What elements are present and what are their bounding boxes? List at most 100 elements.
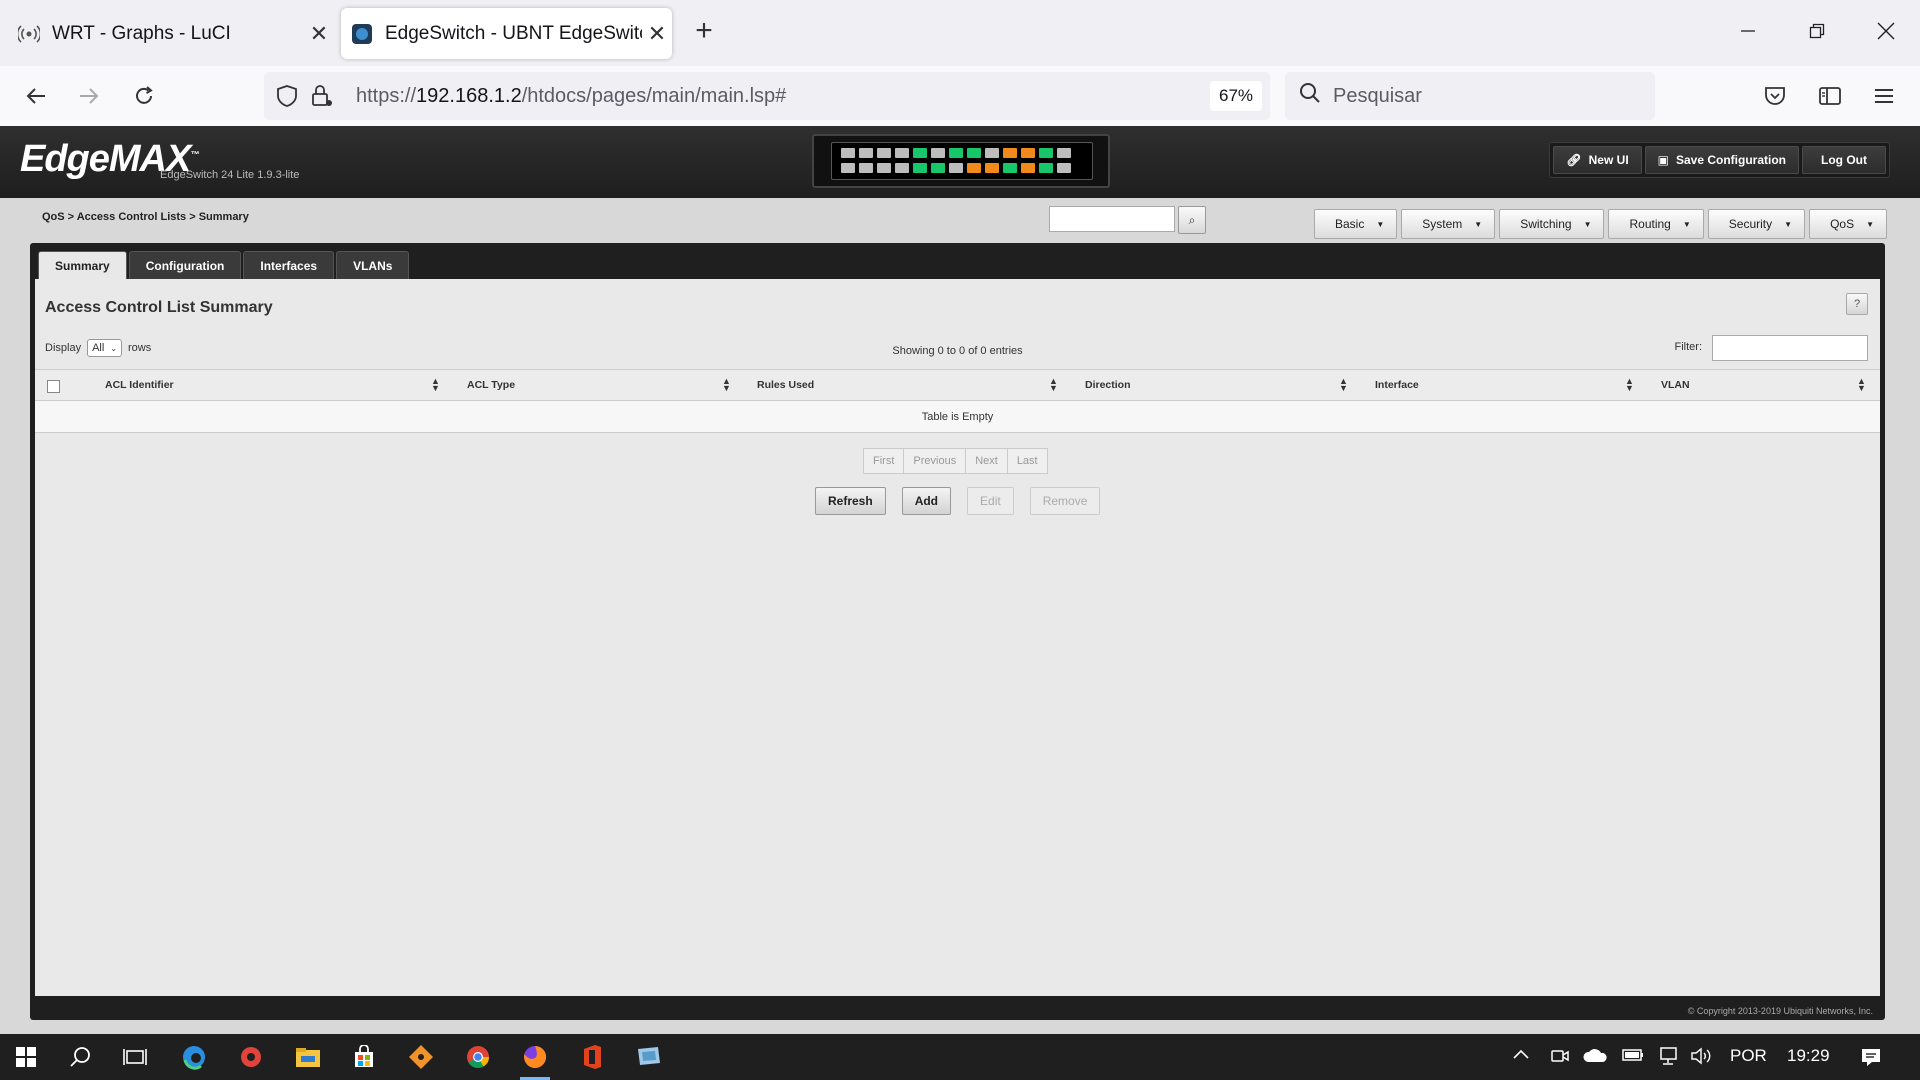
close-tab-icon[interactable]: ✕ (642, 21, 672, 47)
port-led[interactable] (949, 163, 963, 173)
windows-start-icon[interactable] (3, 1034, 49, 1080)
page-first-button[interactable]: First (863, 448, 905, 474)
microsoft-store-icon[interactable] (341, 1034, 387, 1080)
port-led[interactable] (859, 148, 873, 158)
firefox-icon[interactable] (512, 1034, 558, 1080)
port-led[interactable] (1039, 148, 1053, 158)
port-led[interactable] (895, 148, 909, 158)
notifications-icon[interactable] (1860, 1046, 1882, 1073)
sort-icon[interactable]: ▲ ▼ (1857, 377, 1866, 393)
port-led[interactable] (1021, 148, 1035, 158)
meet-now-icon[interactable] (1550, 1046, 1570, 1071)
pocket-icon[interactable] (1759, 80, 1791, 112)
forward-arrow-icon[interactable] (73, 80, 105, 112)
chrome-icon[interactable] (455, 1034, 501, 1080)
network-icon[interactable] (1656, 1046, 1678, 1071)
show-hidden-icons-icon[interactable] (1512, 1046, 1530, 1069)
port-led[interactable] (985, 163, 999, 173)
close-tab-icon[interactable]: ✕ (304, 21, 334, 47)
menu-switching[interactable]: Switching ▼ (1499, 209, 1605, 239)
volume-icon[interactable] (1690, 1046, 1714, 1071)
file-explorer-icon[interactable] (285, 1034, 331, 1080)
port-led[interactable] (859, 163, 873, 173)
port-led[interactable] (913, 163, 927, 173)
log-out-button[interactable]: Log Out (1802, 146, 1886, 174)
back-arrow-icon[interactable] (20, 80, 52, 112)
port-led[interactable] (985, 148, 999, 158)
port-led[interactable] (931, 148, 945, 158)
column-acl-type[interactable]: ACL Type (467, 370, 515, 400)
edit-button[interactable]: Edit (967, 487, 1014, 515)
sort-icon[interactable]: ▲ ▼ (722, 377, 731, 393)
column-vlan[interactable]: VLAN (1661, 370, 1690, 400)
sort-icon[interactable]: ▲ ▼ (1625, 377, 1634, 393)
page-search-button[interactable]: ⌕ (1178, 206, 1206, 234)
pixel-app-icon[interactable] (228, 1034, 274, 1080)
port-led[interactable] (967, 163, 981, 173)
address-bar[interactable]: https://192.168.1.2/htdocs/pages/main/ma… (264, 72, 1311, 120)
new-tab-button[interactable]: + (688, 14, 720, 48)
select-all-checkbox[interactable] (47, 380, 60, 393)
column-rules-used[interactable]: Rules Used (757, 370, 814, 400)
port-led[interactable] (913, 148, 927, 158)
port-led[interactable] (841, 163, 855, 173)
hamburger-menu-icon[interactable] (1868, 80, 1900, 112)
port-led[interactable] (967, 148, 981, 158)
port-led[interactable] (895, 163, 909, 173)
remove-button[interactable]: Remove (1029, 487, 1101, 515)
port-led[interactable] (1057, 148, 1071, 158)
port-led[interactable] (1039, 163, 1053, 173)
close-window-icon[interactable] (1871, 16, 1901, 46)
page-last-button[interactable]: Last (1006, 448, 1048, 474)
browser-tab-wrt-graphs[interactable]: WRT - Graphs - LuCI ✕ (8, 8, 334, 59)
lock-icon[interactable] (310, 84, 332, 113)
save-configuration-button[interactable]: ▣ Save Configuration (1644, 146, 1800, 174)
taskbar-search-icon[interactable] (58, 1034, 104, 1080)
page-previous-button[interactable]: Previous (903, 448, 967, 474)
port-led[interactable] (877, 148, 891, 158)
input-language[interactable]: POR (1730, 1046, 1767, 1066)
port-led[interactable] (877, 163, 891, 173)
menu-system[interactable]: System ▼ (1401, 209, 1496, 239)
sidebar-icon[interactable] (1814, 80, 1846, 112)
column-acl-identifier[interactable]: ACL Identifier (105, 370, 174, 400)
menu-qos[interactable]: QoS ▼ (1809, 209, 1887, 239)
column-direction[interactable]: Direction (1085, 370, 1131, 400)
onedrive-icon[interactable] (1582, 1046, 1608, 1069)
reload-icon[interactable] (128, 80, 160, 112)
column-interface[interactable]: Interface (1375, 370, 1419, 400)
zoom-level-badge[interactable]: 67% (1210, 81, 1262, 111)
minimize-icon[interactable] (1733, 16, 1763, 46)
filter-input[interactable] (1712, 335, 1868, 361)
sort-icon[interactable]: ▲ ▼ (1049, 377, 1058, 393)
edge-browser-icon[interactable] (171, 1034, 217, 1080)
restore-icon[interactable] (1802, 16, 1832, 46)
office-icon[interactable] (569, 1034, 615, 1080)
battery-icon[interactable] (1621, 1046, 1645, 1069)
tab-vlans[interactable]: VLANs (336, 251, 410, 279)
browser-tab-edgeswitch[interactable]: EdgeSwitch - UBNT EdgeSwitch ✕ (341, 8, 672, 59)
menu-security[interactable]: Security ▼ (1707, 209, 1806, 239)
refresh-button[interactable]: Refresh (815, 487, 886, 515)
sort-icon[interactable]: ▲ ▼ (1339, 377, 1348, 393)
port-led[interactable] (949, 148, 963, 158)
tab-summary[interactable]: Summary (38, 251, 127, 279)
git-app-icon[interactable] (398, 1034, 444, 1080)
menu-basic[interactable]: Basic ▼ (1314, 209, 1398, 239)
add-button[interactable]: Add (901, 487, 952, 515)
port-led[interactable] (1021, 163, 1035, 173)
task-view-icon[interactable] (112, 1034, 158, 1080)
tab-interfaces[interactable]: Interfaces (243, 251, 335, 279)
remote-desktop-icon[interactable] (626, 1034, 672, 1080)
page-search-input[interactable] (1049, 206, 1175, 232)
port-led[interactable] (1057, 163, 1071, 173)
new-ui-button[interactable]: 🔗︎ New UI (1553, 146, 1642, 174)
port-led[interactable] (1003, 163, 1017, 173)
port-led[interactable] (931, 163, 945, 173)
page-next-button[interactable]: Next (965, 448, 1008, 474)
menu-routing[interactable]: Routing ▼ (1608, 209, 1704, 239)
tab-configuration[interactable]: Configuration (128, 251, 242, 279)
shield-icon[interactable] (276, 84, 298, 113)
clock-time[interactable]: 19:29 (1787, 1046, 1830, 1066)
port-led[interactable] (841, 148, 855, 158)
